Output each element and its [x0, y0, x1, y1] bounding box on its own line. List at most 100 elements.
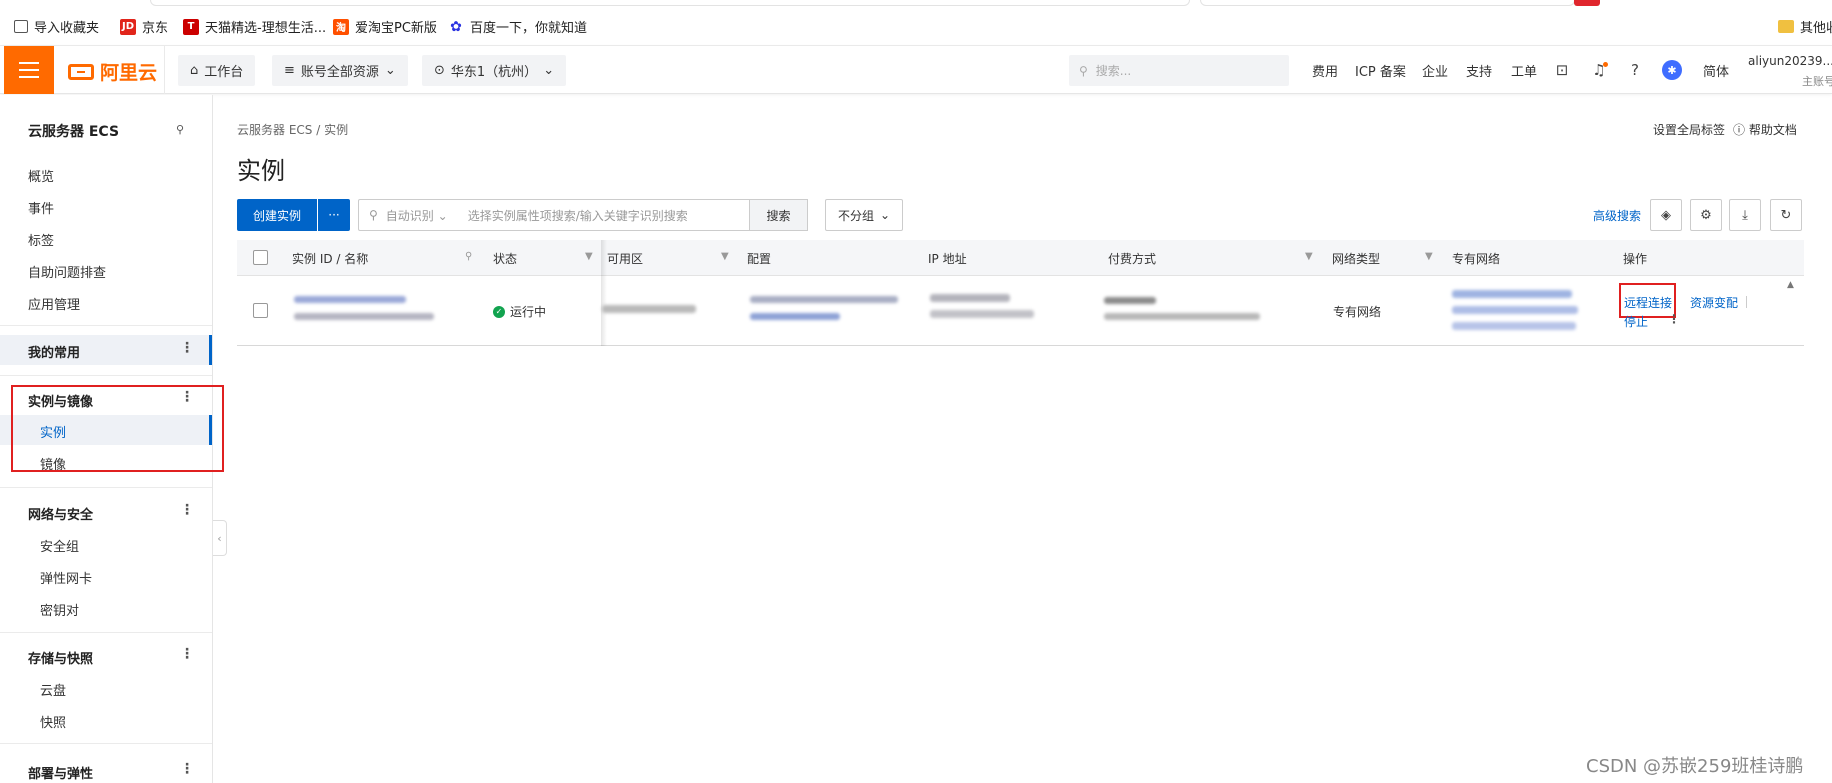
- kebab-icon[interactable]: ⋮: [180, 761, 194, 777]
- more-actions-kebab-icon[interactable]: ⋮: [1668, 312, 1680, 326]
- user-account[interactable]: aliyun20239...: [1748, 54, 1832, 68]
- region-select[interactable]: ⊙ 华东1（杭州） ⌄: [422, 55, 567, 86]
- column-header-instance: 实例 ID / 名称: [292, 252, 369, 266]
- redacted-vpc-id[interactable]: [1452, 290, 1572, 298]
- nav-divider: [164, 46, 165, 94]
- nav-link-enterprise[interactable]: 企业: [1422, 61, 1448, 80]
- column-header-zone: 可用区: [607, 252, 644, 266]
- redacted-zone: [602, 305, 696, 313]
- nav-link-support[interactable]: 支持: [1466, 61, 1492, 80]
- kebab-icon[interactable]: ⋮: [180, 502, 194, 518]
- sidebar-item-eni[interactable]: 弹性网卡: [40, 568, 92, 587]
- global-search-input[interactable]: ⚲ 搜索...: [1069, 55, 1289, 86]
- resource-change-link[interactable]: 资源变配: [1690, 294, 1738, 311]
- bookmark-aitaobao[interactable]: 淘 爱淘宝PC新版: [333, 17, 437, 36]
- bookmark-import[interactable]: 导入收藏夹: [14, 17, 99, 36]
- table-header: 实例 ID / 名称 ⚲ 状态 ▼ 可用区 ▼ 配置 IP 地址 付费方式 ▼ …: [237, 240, 1804, 276]
- help-docs-link[interactable]: ⓘ 帮助文档: [1733, 121, 1797, 138]
- sidebar-search-icon[interactable]: ⚲: [176, 123, 184, 136]
- redacted-billing-type: [1104, 297, 1156, 304]
- nav-link-icp[interactable]: ICP 备案: [1355, 61, 1406, 80]
- sidebar-divider: [0, 325, 212, 326]
- resource-label: 账号全部资源: [300, 65, 379, 80]
- redacted-vswitch-id[interactable]: [1452, 306, 1578, 314]
- sidebar-group-storage-snapshots[interactable]: 存储与快照: [28, 648, 93, 667]
- status-running: ✓ 运行中: [493, 303, 546, 320]
- sidebar-item-key-pairs[interactable]: 密钥对: [40, 600, 79, 619]
- aliyun-logo[interactable]: 阿里云: [68, 58, 157, 85]
- sidebar-item-app-management[interactable]: 应用管理: [28, 294, 80, 313]
- layers-button[interactable]: ◈: [1650, 199, 1682, 231]
- nav-link-billing[interactable]: 费用: [1312, 61, 1338, 80]
- filter-icon[interactable]: ▼: [585, 251, 593, 262]
- stack-icon: ≡: [284, 63, 295, 78]
- bookmark-baidu[interactable]: ✿ 百度一下，你就知道: [448, 17, 588, 37]
- search-button[interactable]: 搜索: [750, 199, 808, 231]
- scroll-up-icon[interactable]: ▲: [1787, 280, 1794, 290]
- location-icon: ⊙: [434, 63, 445, 78]
- stop-link[interactable]: 停止: [1624, 313, 1648, 330]
- assistant-icon[interactable]: ✱: [1662, 60, 1682, 80]
- filter-icon[interactable]: ▼: [721, 251, 729, 262]
- address-bar-edge: [150, 0, 1190, 6]
- redacted-instance-id[interactable]: [294, 296, 406, 303]
- bookmark-label: 百度一下，你就知道: [470, 21, 588, 36]
- search-mode-select[interactable]: 自动识别 ⌄: [386, 207, 448, 224]
- home-icon: ⌂: [190, 63, 199, 78]
- redacted-instance-name: [294, 313, 434, 320]
- sidebar-group-deployment[interactable]: 部署与弹性: [28, 763, 93, 782]
- row-checkbox[interactable]: [253, 303, 268, 318]
- help-docs-label: 帮助文档: [1748, 123, 1797, 137]
- help-icon[interactable]: ?: [1625, 60, 1645, 80]
- bookmark-other[interactable]: 其他收: [1778, 17, 1832, 36]
- sidebar-collapse-button[interactable]: ‹: [213, 520, 227, 556]
- global-tags-link[interactable]: 设置全局标签: [1653, 121, 1725, 138]
- bookmark-jd[interactable]: JD 京东: [120, 17, 168, 36]
- sidebar-group-favorites[interactable]: 我的常用: [28, 342, 80, 361]
- instance-search-input[interactable]: ⚲ 自动识别 ⌄ 选择实例属性项搜索/输入关键字识别搜索: [358, 199, 750, 231]
- sidebar-item-snapshots[interactable]: 快照: [40, 712, 66, 731]
- create-instance-button[interactable]: 创建实例: [237, 199, 317, 231]
- column-header-network-type: 网络类型: [1332, 252, 1381, 266]
- advanced-search-link[interactable]: 高级搜索: [1593, 207, 1641, 224]
- refresh-button[interactable]: ↻: [1770, 199, 1802, 231]
- redacted-vpc-name: [1452, 322, 1576, 330]
- group-select[interactable]: 不分组 ⌄: [825, 199, 903, 231]
- sidebar-item-events[interactable]: 事件: [28, 198, 54, 217]
- search-mode-label: 自动识别: [385, 208, 434, 223]
- language-switch[interactable]: 简体: [1703, 61, 1729, 80]
- resource-group-select[interactable]: ≡ 账号全部资源 ⌄: [272, 55, 408, 86]
- chevron-down-icon: ⌄: [543, 63, 555, 78]
- sidebar-item-tags[interactable]: 标签: [28, 230, 54, 249]
- settings-button[interactable]: ⚙: [1690, 199, 1722, 231]
- hamburger-line: [19, 62, 39, 64]
- filter-icon[interactable]: ▼: [1425, 251, 1433, 262]
- watermark: CSDN @苏嵌259班桂诗鹏: [1586, 756, 1804, 777]
- bookmark-tmall[interactable]: T 天猫精选-理想生活...: [183, 17, 326, 36]
- nav-link-ticket[interactable]: 工单: [1511, 61, 1537, 80]
- sidebar-title: 云服务器 ECS: [28, 124, 120, 140]
- terminal-icon[interactable]: ⊡: [1552, 60, 1572, 80]
- sidebar-item-disks[interactable]: 云盘: [40, 680, 66, 699]
- menu-button[interactable]: [4, 46, 54, 94]
- sidebar-group-network-security[interactable]: 网络与安全: [28, 504, 93, 523]
- filter-icon[interactable]: ▼: [1305, 251, 1313, 262]
- bell-icon[interactable]: ♫: [1589, 60, 1609, 80]
- kebab-icon[interactable]: ⋮: [180, 646, 194, 662]
- more-actions-button[interactable]: ···: [318, 199, 350, 231]
- layers-icon: ◈: [1661, 207, 1671, 223]
- sidebar-item-security-groups[interactable]: 安全组: [40, 536, 79, 555]
- search-icon[interactable]: ⚲: [465, 251, 472, 262]
- bookmark-label: 导入收藏夹: [34, 21, 100, 36]
- workbench-label: 工作台: [204, 65, 244, 80]
- sidebar-divider: [0, 743, 212, 744]
- kebab-icon[interactable]: ⋮: [180, 340, 194, 356]
- select-all-checkbox[interactable]: [253, 250, 268, 265]
- hamburger-line: [19, 69, 39, 71]
- workbench-button[interactable]: ⌂ 工作台: [178, 55, 256, 86]
- breadcrumb: 云服务器 ECS / 实例: [237, 123, 349, 137]
- download-button[interactable]: ⤓: [1729, 199, 1761, 231]
- sidebar-item-troubleshoot[interactable]: 自助问题排查: [28, 262, 106, 281]
- sidebar-item-overview[interactable]: 概览: [28, 166, 54, 185]
- column-header-ip: IP 地址: [928, 252, 967, 266]
